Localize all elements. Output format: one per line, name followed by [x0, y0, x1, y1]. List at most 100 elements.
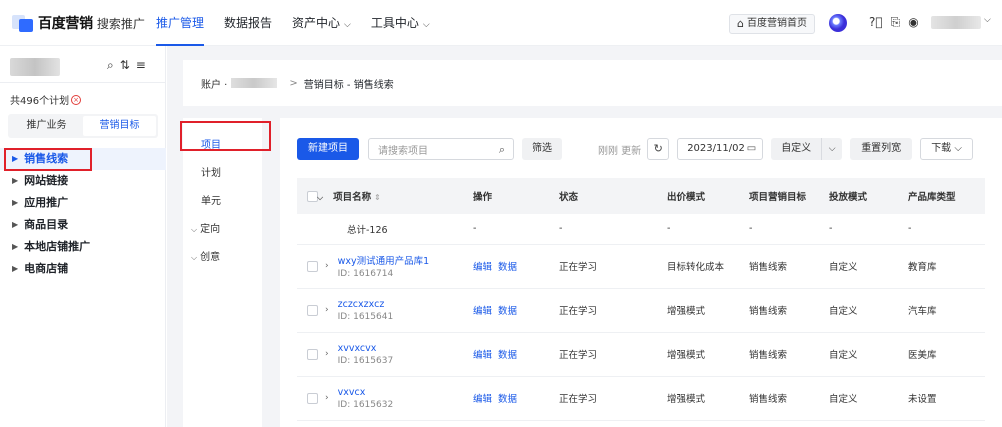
project-name-link[interactable]: xvvxcvx	[338, 343, 394, 354]
column-status: 状态	[559, 192, 579, 203]
row-checkbox[interactable]	[307, 304, 318, 316]
total-cell: -	[473, 214, 559, 245]
nav-tool-center[interactable]: 工具中心 ⌵	[371, 0, 430, 46]
logo-subtitle: 搜索推广	[96, 16, 145, 31]
table-row[interactable]: › zczcxzxcz ID: 1615641 编辑 数据 正在学习 增强模式 销售线…	[297, 288, 985, 333]
download-button[interactable]: 下载 ⌵	[920, 138, 973, 160]
total-cell: -	[667, 214, 749, 245]
main-area: 账户 · > 营销目标 - 销售线索 项目 计划 单元 ⌵ 定向 ⌵ 创意 新建项目…	[167, 46, 1002, 427]
project-id: ID: 1615637	[337, 355, 394, 366]
chevron-right-icon[interactable]: ›	[325, 393, 329, 403]
filter-icon[interactable]: ≡	[136, 58, 146, 73]
delivery-cell: 自定义	[829, 288, 908, 333]
subnav-targeting[interactable]: ⌵ 定向	[183, 216, 262, 244]
logo-text: 百度营销	[38, 16, 93, 32]
tree-item-app-promotion[interactable]: ▶ 应用推广	[0, 192, 166, 214]
account-sidebar: ⌕ ⇅ ≡ 共496个计划 × 推广业务 营销目标 ▶ 销售线索 ▶ 网站链接 ▶ 应用…	[0, 46, 166, 427]
new-project-button[interactable]: 新建项目	[297, 138, 359, 160]
nav-data-report[interactable]: 数据报告	[224, 0, 272, 46]
project-table: ⌵ 项目名称 ⇕ 操作 状态 出价模式 项目营销目标 投放模式 产品库类型 总计-1…	[297, 178, 985, 421]
custom-columns-dropdown[interactable]: 自定义 ⌵	[771, 138, 843, 160]
custom-button[interactable]: 自定义	[771, 138, 823, 160]
table-row[interactable]: › xvvxcvx ID: 1615637 编辑 数据 正在学习 增强模式 销售线索 …	[297, 332, 985, 377]
search-icon[interactable]: ⌕	[499, 143, 505, 157]
highlight-box	[4, 148, 92, 171]
breadcrumb-account[interactable]: 账户 ·	[201, 76, 227, 91]
column-delivery-mode: 投放模式	[829, 192, 868, 203]
row-checkbox[interactable]	[307, 392, 318, 404]
data-link[interactable]: 数据	[498, 306, 517, 317]
data-link[interactable]: 数据	[498, 350, 517, 361]
refresh-icon[interactable]: ↻	[647, 138, 670, 160]
search-icon[interactable]: ⌕	[107, 58, 114, 73]
subnav-plan[interactable]: 计划	[183, 160, 262, 188]
filter-button[interactable]: 筛选	[522, 138, 562, 160]
search-input[interactable]: 请搜索项目 ⌕	[368, 138, 514, 160]
data-link[interactable]: 数据	[498, 394, 517, 405]
status-cell: 正在学习	[559, 244, 667, 289]
toolbar: 新建项目 请搜索项目 ⌕ 筛选 刚刚 更新 ↻ 2023/11/02 ▭ 自定义…	[297, 138, 973, 160]
assistant-icon[interactable]	[829, 14, 847, 32]
subnav-creative[interactable]: ⌵ 创意	[183, 244, 262, 272]
project-id: ID: 1615632	[337, 399, 394, 410]
tree-item-ecommerce-store[interactable]: ▶ 电商店铺	[0, 258, 166, 280]
edit-link[interactable]: 编辑	[473, 306, 492, 317]
baidu-marketing-logo[interactable]: 百度营销 搜索推广	[12, 13, 145, 33]
tree-item-website-link[interactable]: ▶ 网站链接	[0, 170, 166, 192]
chevron-right-icon[interactable]: ›	[325, 305, 329, 315]
library-cell: 未设置	[908, 376, 985, 421]
tree-item-local-store[interactable]: ▶ 本地店铺推广	[0, 236, 166, 258]
logo-icon	[12, 13, 34, 33]
row-checkbox[interactable]	[307, 348, 318, 360]
header-icons: ?⃝ ⎘ ◉	[869, 15, 919, 30]
nav-asset-center[interactable]: 资产中心 ⌵	[292, 0, 351, 46]
chevron-down-icon: ⌵	[191, 253, 198, 262]
table-row[interactable]: › vxvcx ID: 1615632 编辑 数据 正在学习 增强模式 销售线索 自定…	[297, 376, 985, 421]
chevron-right-icon[interactable]: ›	[325, 349, 329, 359]
help-icon[interactable]: ?⃝	[869, 15, 883, 30]
tab-marketing-goal[interactable]: 营销目标	[83, 116, 156, 136]
goal-cell: 销售线索	[749, 332, 829, 377]
tab-promotion-business[interactable]: 推广业务	[10, 116, 83, 136]
sidebar-tabs: 推广业务 营销目标	[8, 114, 158, 138]
refresh-status: 刚刚 更新	[598, 145, 642, 157]
sidebar-tools: ⌕ ⇅ ≡	[107, 58, 146, 73]
sort-icon[interactable]: ⇅	[120, 58, 130, 73]
project-name-link[interactable]: zczcxzxcz	[338, 299, 394, 310]
total-cell: -	[559, 214, 667, 245]
level-subnav: 项目 计划 单元 ⌵ 定向 ⌵ 创意	[183, 118, 262, 427]
warning-icon[interactable]: ×	[71, 94, 82, 105]
edit-link[interactable]: 编辑	[473, 394, 492, 405]
project-name-link[interactable]: wxy测试通用产品库1	[338, 253, 430, 267]
delivery-cell: 自定义	[829, 376, 908, 421]
column-project-name: 项目名称	[333, 192, 372, 203]
plan-count: 共496个计划 ×	[10, 92, 82, 107]
chevron-right-icon[interactable]: ›	[325, 261, 329, 271]
user-icon[interactable]: ◉	[908, 15, 918, 30]
bid-mode-cell: 增强模式	[667, 288, 749, 333]
link-icon[interactable]: ⎘	[891, 15, 901, 30]
chevron-down-icon[interactable]: ⌵	[317, 193, 323, 202]
tree-item-product-catalog[interactable]: ▶ 商品目录	[0, 214, 166, 236]
status-cell: 正在学习	[559, 376, 667, 421]
project-name-link[interactable]: vxvcx	[338, 387, 394, 398]
date-picker[interactable]: 2023/11/02 ▭	[677, 138, 764, 160]
row-checkbox[interactable]	[307, 260, 318, 272]
chevron-down-icon[interactable]: ⌵	[984, 15, 991, 25]
library-cell: 汽车库	[908, 288, 985, 333]
nav-promotion-management[interactable]: 推广管理	[156, 0, 205, 46]
data-link[interactable]: 数据	[498, 262, 517, 273]
subnav-unit[interactable]: 单元	[183, 188, 262, 216]
edit-link[interactable]: 编辑	[473, 262, 492, 273]
username-blurred[interactable]	[931, 16, 981, 29]
breadcrumb-current: 营销目标 - 销售线索	[303, 79, 394, 91]
chevron-down-icon[interactable]: ⌵	[822, 138, 842, 160]
bid-mode-cell: 增强模式	[667, 332, 749, 377]
caret-right-icon: ▶	[12, 242, 19, 251]
edit-link[interactable]: 编辑	[473, 350, 492, 361]
sort-icon[interactable]: ⇕	[374, 193, 381, 202]
account-name-blurred	[10, 58, 60, 76]
baidu-marketing-home-button[interactable]: ⌂ 百度营销首页	[729, 14, 815, 34]
table-row[interactable]: › wxy测试通用产品库1 ID: 1616714 编辑 数据 正在学习 目标转化成本…	[297, 244, 985, 289]
reset-column-width-button[interactable]: 重置列宽	[850, 138, 913, 160]
